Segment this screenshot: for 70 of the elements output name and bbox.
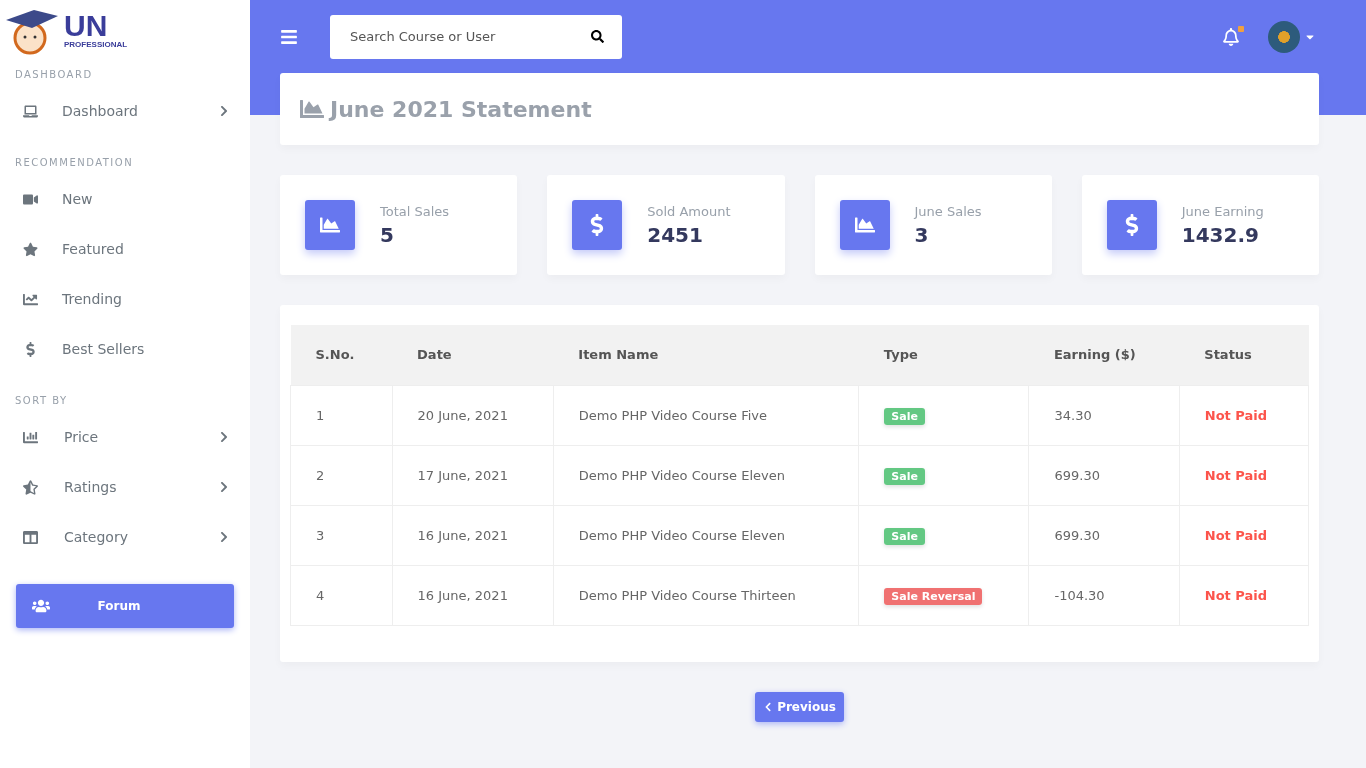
search-field[interactable]: Search Course or User [330,14,622,59]
type-badge: Sale [884,467,925,485]
statement-title: June 2021 Statement [330,96,592,122]
line-chart-icon [23,291,38,307]
sidebar-heading: DASHBOARD [15,69,93,80]
column-header: Status [1179,325,1309,385]
search-icon [591,29,604,43]
logo-title: UN [64,11,109,41]
type-badge: Sale [884,407,925,425]
status-label: Not Paid [1204,467,1268,483]
half-star-icon [23,479,38,495]
column-header: Earning ($) [1028,325,1180,385]
table-cell: 20 June, 2021 [392,385,554,445]
table-cell: Demo PHP Video Course Five [553,385,859,445]
table-cell: 34.30 [1028,385,1180,445]
column-header: Type [858,325,1029,385]
stat-value: 3 [914,222,930,247]
area-chart-icon [305,200,355,250]
column-header: Date [392,325,554,385]
sidebar-heading: RECOMMENDATION [15,157,134,168]
sidebar-item[interactable]: Best Sellers [0,324,250,374]
logo-subtitle: PROFESSIONAL [64,41,128,49]
table-cell: 1 [290,385,393,445]
forum-button[interactable]: Forum [16,584,234,628]
sidebar-item[interactable]: New [0,174,250,224]
stat-label: Sold Amount [647,203,731,219]
sidebar-item[interactable]: Price [0,412,250,462]
table-cell: -104.30 [1028,565,1180,625]
table-cell: 3 [290,505,393,565]
table-cell: 16 June, 2021 [392,505,554,565]
columns-icon [23,529,38,545]
previous-button[interactable]: Previous [755,691,844,722]
area-chart-icon [839,200,890,250]
star-icon [23,241,38,257]
stat-value: 1432.9 [1181,222,1260,247]
type-badge: Sale [884,527,925,545]
status-label: Not Paid [1204,587,1268,603]
stat-label: Total Sales [380,203,450,219]
dollar-icon [572,200,623,250]
status-label: Not Paid [1204,527,1268,543]
sidebar-item[interactable]: Dashboard [0,86,250,136]
table-cell: 4 [290,565,393,625]
bar-chart-icon [23,429,38,445]
column-header: Item Name [553,325,859,385]
users-icon [32,597,50,615]
sidebar-item[interactable]: Featured [0,224,250,274]
status-label: Not Paid [1204,407,1268,423]
table-cell: Demo PHP Video Course Eleven [553,445,859,505]
table-cell: 17 June, 2021 [392,445,554,505]
type-badge: Sale Reversal [884,587,983,605]
column-header: S.No. [290,325,393,385]
dollar-icon [1106,200,1157,250]
sidebar-item[interactable]: Ratings [0,462,250,512]
stat-value: 5 [380,222,395,247]
menu-icon[interactable] [280,27,298,46]
table-cell: 16 June, 2021 [392,565,554,625]
sidebar-heading: SORT BY [15,395,68,406]
table-cell: Demo PHP Video Course Thirteen [553,565,859,625]
area-chart-icon [300,97,324,121]
stat-label: June Earning [1181,203,1264,219]
stat-value: 2451 [647,222,704,247]
sidebar-item[interactable]: Category [0,512,250,562]
table-cell: 699.30 [1028,505,1180,565]
table-cell: Demo PHP Video Course Eleven [553,505,859,565]
chevron-left-icon [763,701,774,712]
table-cell: 699.30 [1028,445,1180,505]
stat-label: June Sales [914,203,982,219]
table-cell: 2 [290,445,393,505]
sidebar-item[interactable]: Trending [0,274,250,324]
laptop-icon [23,103,38,119]
